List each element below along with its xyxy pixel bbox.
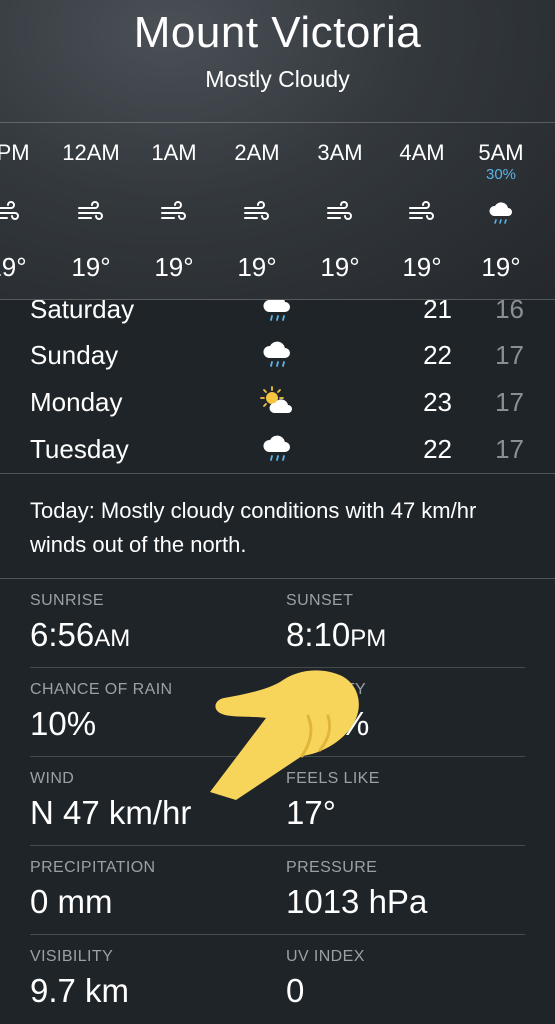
hour-item: 3AM 19°	[299, 140, 381, 282]
rain-cloud-icon	[263, 435, 290, 461]
hour-temp: 19°	[320, 252, 360, 282]
hour-precip-chance	[381, 166, 463, 184]
hour-precip-chance	[299, 166, 381, 184]
hour-time: 2AM	[234, 140, 280, 165]
day-high-temp: 23	[423, 387, 452, 417]
day-high-temp: 21	[423, 300, 452, 324]
wind-value: N 47 km/hr	[30, 794, 192, 831]
detail-row-divider	[30, 934, 525, 935]
list-item: Sunday 22 17	[0, 332, 555, 378]
precipitation-value: 0 mm	[30, 883, 113, 920]
current-condition: Mostly Cloudy	[205, 66, 350, 92]
list-item: Tuesday 22 17	[0, 426, 555, 470]
hourly-top-divider	[0, 122, 555, 123]
city-name: Mount Victoria	[133, 8, 422, 57]
day-low-temp: 17	[495, 387, 524, 417]
rain-cloud-icon	[489, 202, 512, 224]
hour-precip-chance	[216, 166, 298, 184]
hour-temp: 19°	[237, 252, 277, 282]
day-low-temp: 16	[495, 300, 524, 324]
daily-summary: Today: Mostly cloudy conditions with 47 …	[30, 498, 477, 557]
wind-icon	[0, 201, 19, 220]
wind-icon	[161, 201, 186, 220]
uv-index-value: 0	[286, 972, 305, 1009]
day-high-temp: 22	[423, 340, 452, 370]
hour-time: 1PM	[0, 140, 30, 165]
daily-bottom-divider	[0, 473, 555, 474]
sunset-value: 8:10PM	[286, 616, 387, 653]
hour-temp: 19°	[71, 252, 111, 282]
day-name: Monday	[30, 387, 123, 417]
hour-precip-chance	[0, 166, 48, 184]
hour-item: 12AM 19°	[50, 140, 132, 282]
hour-precip-chance	[50, 166, 132, 184]
wind-icon	[409, 201, 434, 220]
wind-label: WIND	[30, 770, 75, 787]
wind-icon	[327, 201, 352, 220]
day-name: Tuesday	[30, 434, 129, 464]
day-high-temp: 22	[423, 434, 452, 464]
visibility-label: VISIBILITY	[30, 948, 114, 965]
visibility-value: 9.7 km	[30, 972, 130, 1009]
day-low-temp: 17	[495, 434, 524, 464]
hour-time: 4AM	[399, 140, 445, 165]
rain-cloud-icon	[263, 341, 290, 367]
sunrise-value: 6:56AM	[30, 616, 131, 653]
hour-temp: 19°	[402, 252, 442, 282]
hour-temp: 19°	[0, 252, 27, 282]
hour-item: 2AM 19°	[216, 140, 298, 282]
uv-index-label: UV INDEX	[286, 948, 365, 965]
detail-row-divider	[30, 845, 525, 846]
hour-temp: 19°	[481, 252, 521, 282]
hour-item: 5AM 30% 19°	[460, 140, 542, 282]
list-item: Monday 23 17	[0, 379, 555, 425]
wind-icon	[244, 201, 269, 220]
rain-cloud-icon	[263, 300, 290, 321]
hour-precip-chance: 30%	[485, 166, 517, 183]
wind-icon	[78, 201, 103, 220]
partly-sunny-icon	[260, 386, 292, 413]
hour-item: 1AM 19°	[133, 140, 215, 282]
day-name: Saturday	[30, 300, 135, 324]
day-low-temp: 17	[495, 340, 524, 370]
hour-time: 3AM	[317, 140, 363, 165]
list-item: Saturday 21 16	[0, 300, 555, 332]
hour-item: 4AM 19°	[381, 140, 463, 282]
chance-of-rain-label: CHANCE OF RAIN	[30, 681, 173, 698]
precipitation-label: PRECIPITATION	[30, 859, 156, 876]
pressure-value: 1013 hPa	[286, 883, 428, 920]
hour-item: 1PM 19°	[0, 140, 48, 282]
hour-precip-chance	[133, 166, 215, 184]
hour-time: 5AM	[478, 140, 524, 165]
summary-bottom-divider	[0, 578, 555, 579]
hour-temp: 19°	[154, 252, 194, 282]
sunset-label: SUNSET	[286, 592, 354, 609]
pointing-hand-icon	[210, 670, 359, 800]
sunrise-label: SUNRISE	[30, 592, 104, 609]
daily-forecast[interactable]: Saturday 21 16 Sunday 22 17 Monday 23 17…	[0, 300, 555, 470]
chance-of-rain-value: 10%	[30, 705, 97, 742]
hour-time: 1AM	[151, 140, 197, 165]
day-name: Sunday	[30, 340, 119, 370]
pressure-label: PRESSURE	[286, 859, 378, 876]
hour-time: 12AM	[62, 140, 120, 165]
